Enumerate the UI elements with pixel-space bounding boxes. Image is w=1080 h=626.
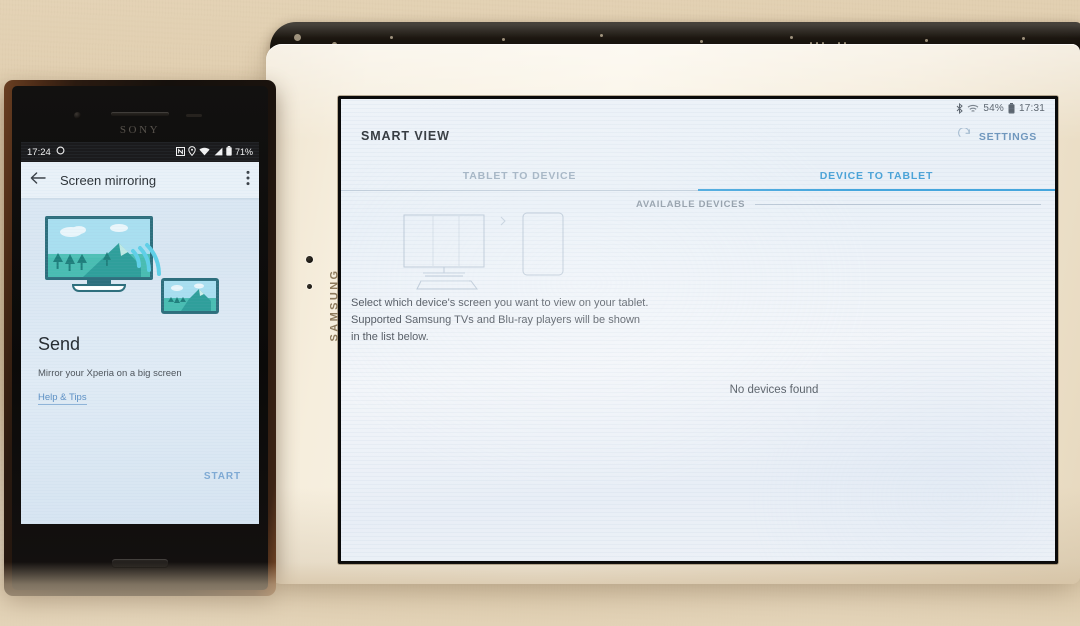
samsung-tablet: SAMSUNG 54% 17:31 SMART VIEW SETTINGS TA…: [266, 44, 1080, 590]
back-arrow-icon[interactable]: [30, 171, 46, 190]
tablet-lcd: 54% 17:31 SMART VIEW SETTINGS TABLET TO …: [341, 99, 1055, 561]
help-and-tips-link[interactable]: Help & Tips: [38, 392, 87, 405]
settings-button[interactable]: SETTINGS: [957, 127, 1037, 146]
settings-label: SETTINGS: [978, 131, 1037, 143]
tab-tablet-to-device[interactable]: TABLET TO DEVICE: [341, 161, 698, 191]
screen-mirroring-illustration: [43, 214, 233, 329]
circle-icon: [56, 146, 65, 158]
phone-brand-label: SONY: [119, 124, 161, 136]
more-vertical-icon[interactable]: [246, 170, 250, 191]
tablet-clock: 17:31: [1018, 103, 1045, 114]
signal-icon: [213, 147, 223, 158]
send-heading: Send: [38, 334, 81, 354]
available-devices-label: AVAILABLE DEVICES: [636, 199, 746, 210]
available-devices-header: AVAILABLE DEVICES: [341, 199, 1041, 210]
tab-active-indicator: [698, 189, 1055, 191]
phone-clock: 17:24: [27, 146, 51, 158]
phone-screen-title: Screen mirroring: [60, 172, 157, 188]
phone-screen: 17:24 71% Screen mirroring Send Mirror y…: [21, 142, 259, 524]
phone-lcd-grain: [21, 142, 259, 524]
send-subtitle: Mirror your Xperia on a big screen: [38, 368, 182, 379]
battery-icon: [1008, 103, 1015, 114]
tablet-battery-percent: 54%: [983, 103, 1004, 114]
bluetooth-icon: [956, 103, 964, 114]
phone-app-bar: Screen mirroring: [21, 162, 259, 198]
tablet-screen: 54% 17:31 SMART VIEW SETTINGS TABLET TO …: [338, 96, 1058, 564]
smart-view-description: Select which device's screen you want to…: [351, 297, 649, 343]
sony-phone: SONY 17:24 71% Screen mirroring Send Mir…: [4, 80, 276, 596]
phone-lcd: 17:24 71% Screen mirroring Send Mirror y…: [21, 142, 259, 524]
nfc-icon: [175, 146, 185, 158]
tablet-front-camera-icon: [306, 256, 313, 263]
available-devices-rule: [755, 204, 1041, 205]
photo-scene: SAMSUNG 54% 17:31 SMART VIEW SETTINGS TA…: [0, 0, 1080, 626]
wifi-icon: [199, 147, 210, 158]
battery-icon: [226, 146, 232, 158]
phone-status-bar: 17:24 71%: [21, 142, 259, 162]
wifi-icon: [967, 104, 979, 114]
phone-battery-percent: 71%: [234, 147, 253, 157]
no-devices-found-message: No devices found: [729, 384, 819, 396]
tablet-status-bar: 54% 17:31: [956, 103, 1045, 114]
desk-front-edge: [0, 562, 1080, 626]
start-button[interactable]: START: [204, 471, 241, 482]
phone-proximity-sensor: [186, 114, 202, 117]
smart-view-title: SMART VIEW: [361, 129, 450, 143]
phone-earpiece-speaker: [111, 112, 169, 116]
refresh-icon: [957, 127, 972, 146]
phone-front-camera-icon: [74, 112, 81, 119]
tab-device-to-tablet[interactable]: DEVICE TO TABLET: [698, 161, 1055, 191]
tv-and-tablet-illustration: [403, 211, 593, 302]
tablet-sensor-icon: [307, 284, 312, 289]
location-icon: [188, 146, 196, 158]
tab-bar: TABLET TO DEVICE DEVICE TO TABLET: [341, 161, 1055, 191]
